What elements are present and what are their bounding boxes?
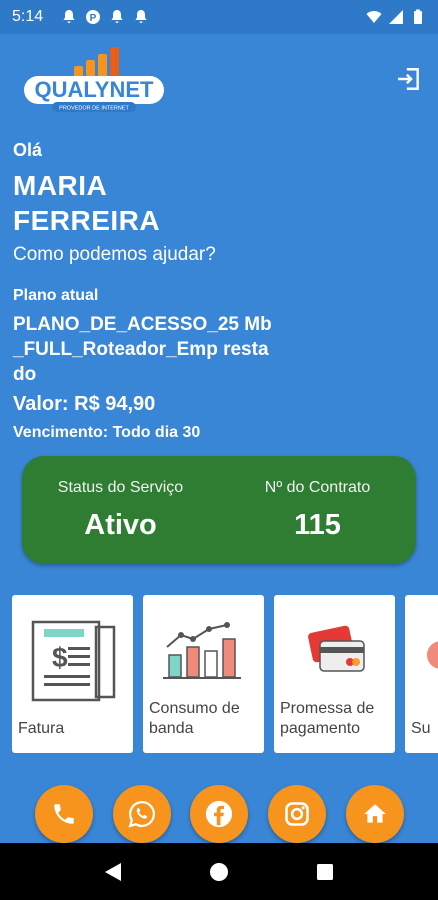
- service-status-label: Status do Serviço: [57, 479, 184, 496]
- circle-home-icon: [210, 862, 228, 881]
- whatsapp-button[interactable]: [113, 785, 171, 843]
- tile-label-suporte: Su: [411, 720, 431, 737]
- plan-label: Plano atual: [13, 287, 99, 304]
- tile-label-promessa-pagamento: Promessa de pagamento: [280, 700, 375, 737]
- recents-button[interactable]: [310, 857, 340, 887]
- contract-number-value: 115: [294, 509, 341, 541]
- battery-icon: [414, 9, 422, 24]
- plan-due-date: Vencimento: Todo dia 30: [13, 424, 201, 441]
- notification-icon: [135, 10, 147, 23]
- clock: 5:14: [12, 8, 44, 25]
- logout-icon: [398, 68, 419, 90]
- notification-icon: [63, 10, 75, 23]
- user-name-line1: MARIA: [13, 170, 108, 201]
- user-name-line2: FERREIRA: [13, 205, 161, 236]
- svg-text:$: $: [52, 642, 68, 673]
- instagram-icon: [285, 802, 309, 826]
- home-icon: [364, 804, 386, 823]
- contact-buttons: [0, 785, 438, 843]
- invoice-icon: $: [31, 620, 116, 702]
- status-bar: 5:14 P: [0, 0, 438, 34]
- system-navigation-bar: [0, 843, 438, 900]
- phone-icon: [54, 804, 74, 824]
- back-button[interactable]: [98, 857, 128, 887]
- home-button[interactable]: [346, 785, 404, 843]
- contract-number: Nº do Contrato 115: [219, 456, 416, 564]
- help-text: Como podemos ajudar?: [13, 244, 216, 265]
- tile-label-fatura: Fatura: [18, 720, 65, 737]
- phone-button[interactable]: [35, 785, 93, 843]
- service-status-value: Ativo: [84, 509, 157, 541]
- qualynet-logo: QUALYNET PROVEDOR DE INTERNET: [24, 47, 164, 112]
- wifi-icon: [366, 11, 382, 23]
- greeting-hello: Olá: [13, 140, 43, 160]
- tile-consumo-banda[interactable]: Consumo de banda: [143, 595, 264, 753]
- plan-value: Valor: R$ 94,90: [13, 393, 156, 415]
- service-status-card: Status do Serviço Ativo Nº do Contrato 1…: [22, 456, 416, 564]
- tile-fatura[interactable]: $ Fatura: [12, 595, 133, 753]
- whatsapp-icon: [128, 800, 155, 828]
- support-icon: [427, 641, 438, 669]
- tile-promessa-pagamento[interactable]: Promessa de pagamento: [274, 595, 395, 753]
- logo-tagline: PROVEDOR DE INTERNET: [59, 106, 129, 112]
- svg-text:P: P: [90, 13, 97, 24]
- logout-button[interactable]: [394, 64, 424, 94]
- recents-icon: [317, 863, 333, 880]
- service-status: Status do Serviço Ativo: [22, 456, 219, 564]
- instagram-button[interactable]: [268, 785, 326, 843]
- tile-label-consumo-banda: Consumo de banda: [149, 700, 240, 737]
- service-tiles: $ Fatura Consumo de banda Promessa de pa…: [12, 595, 438, 753]
- credit-card-icon: [308, 625, 365, 672]
- notification-icon: [111, 10, 123, 23]
- facebook-button[interactable]: [190, 785, 248, 843]
- bandwidth-chart-icon: [163, 622, 241, 679]
- home-nav-button[interactable]: [204, 857, 234, 887]
- contract-number-label: Nº do Contrato: [264, 479, 371, 496]
- logo-text: QUALYNET: [35, 77, 155, 102]
- app-icon: P: [86, 10, 101, 24]
- back-icon: [105, 862, 121, 881]
- plan-name: PLANO_DE_ACESSO_25 Mb_FULL_Roteador_Emp …: [13, 314, 272, 385]
- user-name: MARIA FERREIRA: [13, 168, 213, 238]
- signal-icon: [389, 10, 403, 24]
- facebook-icon: [205, 800, 233, 828]
- tile-suporte[interactable]: Su: [405, 595, 438, 753]
